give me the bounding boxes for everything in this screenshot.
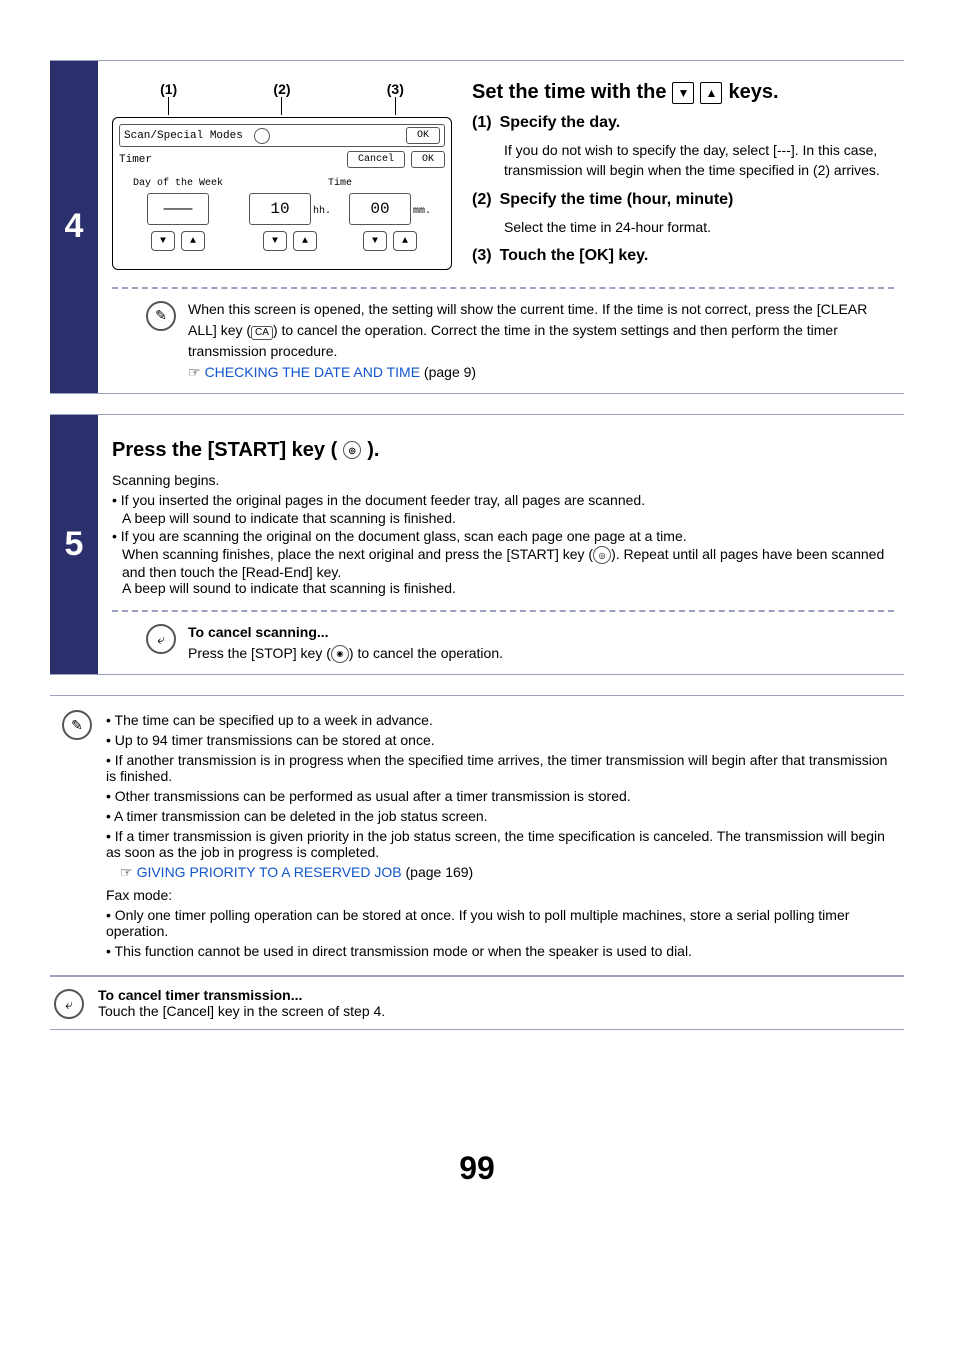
hour-up-button[interactable]: ▲ [293,231,317,251]
timer-screen-mockup: (1) (2) (3) Scan/Special Modes OK Timer [112,81,452,273]
cancel-button[interactable]: Cancel [347,151,405,168]
back-note-icon-2: ⤶ [54,989,84,1019]
minute-unit: mm. [413,206,431,217]
day-down-button[interactable]: ▼ [151,231,175,251]
note-5: • A timer transmission can be deleted in… [106,808,900,824]
day-up-button[interactable]: ▲ [181,231,205,251]
note-3: • If another transmission is in progress… [106,752,900,784]
callout-2: (2) [225,81,338,115]
substep-2-num: (2) [472,191,492,209]
dashed-separator [112,287,894,289]
page-number: 99 [50,1150,904,1187]
hour-down-button[interactable]: ▼ [263,231,287,251]
step5-b2: If you are scanning the original on the … [112,528,894,544]
cancel-timer-title: To cancel timer transmission... [98,987,385,1003]
note-2: • Up to 94 timer transmissions can be st… [106,732,900,748]
start-key-icon-inline: ◎ [593,546,611,564]
back-note-icon: ⤶ [146,624,176,654]
step-number-4: 4 [50,61,98,393]
step5-b2b: When scanning finishes, place the next o… [122,546,894,580]
step5-b1b: A beep will sound to indicate that scann… [122,510,894,526]
substep-2-title: Specify the time (hour, minute) [500,191,734,209]
note-1: • The time can be specified up to a week… [106,712,900,728]
minute-up-button[interactable]: ▲ [393,231,417,251]
step-number-5: 5 [50,415,98,674]
pointer-icon-2: ☞ [120,864,133,881]
minute-value: 00 [349,193,411,225]
step4-heading: Set the time with the ▼ ▲ keys. [472,81,894,104]
note-6: • If a timer transmission is given prior… [106,828,900,860]
down-arrow-key-icon: ▼ [672,82,694,104]
pencil-note-icon-2: ✎ [62,710,92,740]
stop-key-icon: ◉ [331,645,349,663]
pointer-icon: ☞ [188,362,201,383]
fax-note-2: • This function cannot be used in direct… [106,943,900,959]
breadcrumb-label: Scan/Special Modes [124,130,248,142]
up-arrow-key-icon: ▲ [700,82,722,104]
step5-b1: If you inserted the original pages in th… [112,492,894,508]
day-label: Day of the Week [133,178,223,189]
cancel-timer-body: Touch the [Cancel] key in the screen of … [98,1003,385,1019]
hour-value: 10 [249,193,311,225]
timer-subtitle: Timer [119,154,341,166]
step5-bullets: If you inserted the original pages in th… [112,492,894,596]
substep-2-desc: Select the time in 24-hour format. [504,217,894,237]
note-4: • Other transmissions can be performed a… [106,788,900,804]
step5-line1: Scanning begins. [112,472,894,488]
clear-all-key-icon: CA [251,326,273,340]
clock-icon [254,128,270,144]
ok-top-button[interactable]: OK [406,127,440,144]
step4-note-body: When this screen is opened, the setting … [188,299,894,383]
step-5-block: 5 Press the [START] key (◎). Scanning be… [50,414,904,675]
day-of-week-field: Day of the Week ——— ▼ ▲ [133,178,223,251]
substep-1-title: Specify the day. [500,114,621,132]
time-label: Time [249,178,431,189]
cancel-scanning-body: Press the [STOP] key (◉) to cancel the o… [188,643,503,664]
minute-down-button[interactable]: ▼ [363,231,387,251]
substep-1-num: (1) [472,114,492,132]
dashed-separator-2 [112,610,894,612]
callout-1: (1) [112,81,225,115]
fax-note-1: • Only one timer polling operation can b… [106,907,900,939]
start-key-icon: ◎ [343,441,361,459]
substep-3-title: Touch the [OK] key. [500,247,649,265]
priority-reserved-job-link[interactable]: GIVING PRIORITY TO A RESERVED JOB [137,864,402,880]
cancel-scanning-title: To cancel scanning... [188,622,503,643]
day-value: ——— [147,193,209,225]
checking-date-time-link[interactable]: CHECKING THE DATE AND TIME [205,364,420,380]
cancel-timer-block: ⤶ To cancel timer transmission... Touch … [50,976,904,1030]
fax-mode-heading: Fax mode: [106,887,900,903]
pencil-note-icon: ✎ [146,301,176,331]
step5-heading: Press the [START] key (◎). [112,439,894,462]
notes-block: ✎ • The time can be specified up to a we… [50,695,904,976]
step-4-block: 4 (1) (2) (3) Scan/Special Modes [50,60,904,394]
step5-b2c: A beep will sound to indicate that scann… [122,580,894,596]
ok-mid-button[interactable]: OK [411,151,445,168]
substep-1-desc: If you do not wish to specify the day, s… [504,140,894,181]
time-field: Time 10hh. ▼ ▲ [249,178,431,251]
substep-3-num: (3) [472,247,492,265]
hour-unit: hh. [313,206,331,217]
note-6-link-line: ☞GIVING PRIORITY TO A RESERVED JOB (page… [120,864,900,881]
callout-3: (3) [339,81,452,115]
